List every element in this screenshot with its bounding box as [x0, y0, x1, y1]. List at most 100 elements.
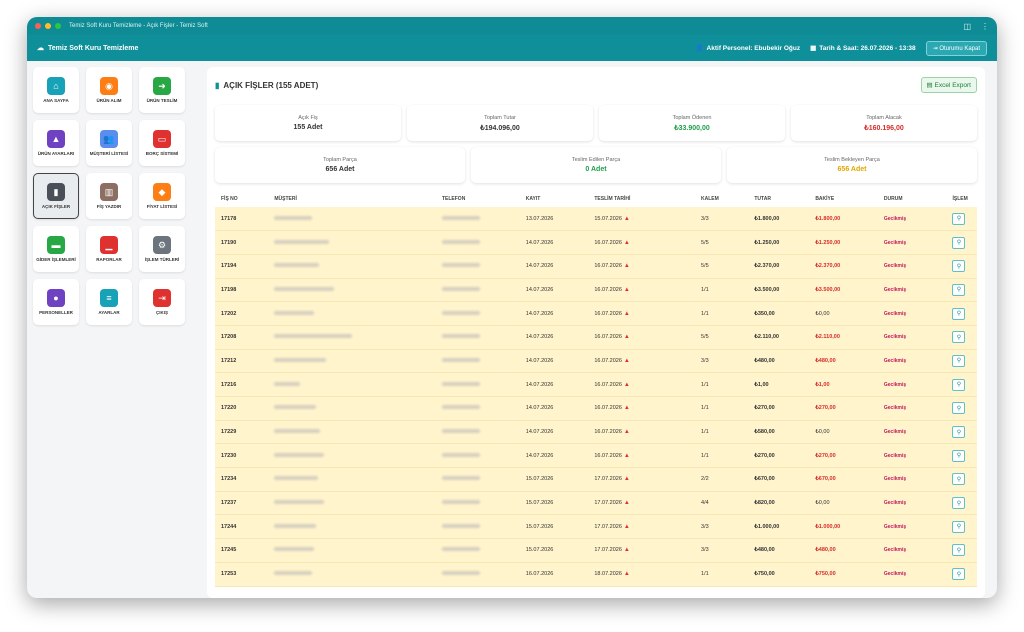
- column-header[interactable]: MÜŞTERİ: [268, 191, 436, 207]
- column-header[interactable]: TUTAR: [748, 191, 810, 207]
- table-row[interactable]: 17220 14.07.2026 16.07.2026 ▲ 1/1 ₺270,00 ₺270…: [215, 396, 977, 421]
- view-receipt-button[interactable]: ⚲: [952, 307, 966, 320]
- status-cell: Gecikmiş: [877, 278, 947, 303]
- view-receipt-button[interactable]: ⚲: [952, 236, 966, 249]
- sidebar-item-cogs[interactable]: ⚙ İŞLEM TÜRLERİ: [139, 226, 185, 272]
- excel-export-button[interactable]: ▤ Excel Export: [920, 77, 977, 93]
- extension-icon[interactable]: ◫: [963, 22, 971, 31]
- view-receipt-button[interactable]: ⚲: [952, 449, 966, 462]
- sidebar-item-users[interactable]: 👥 MÜŞTERİ LİSTESİ: [86, 120, 132, 166]
- balance: ₺1,00: [809, 372, 878, 397]
- sidebar-item-receive[interactable]: ◉ ÜRÜN ALIM: [86, 67, 132, 113]
- table-row[interactable]: 17237 15.07.2026 17.07.2026 ▲ 4/4 ₺820,00 ₺0,0…: [215, 491, 977, 516]
- sidebar-item-user[interactable]: ● PERSONELLER: [33, 279, 79, 325]
- close-window-button[interactable]: [35, 23, 41, 29]
- table-row[interactable]: 17198 14.07.2026 16.07.2026 ▲ 1/1 ₺3.500,00 ₺3…: [215, 278, 977, 303]
- sidebar-item-barcode[interactable]: ▥ FİŞ YAZDIR: [86, 173, 132, 219]
- stat-value: ₺33.900,00: [674, 124, 710, 132]
- column-header[interactable]: İŞLEM: [946, 191, 977, 207]
- table-row[interactable]: 17212 14.07.2026 16.07.2026 ▲ 3/3 ₺480,00 ₺480…: [215, 349, 977, 374]
- item-count: 1/1: [695, 420, 749, 445]
- table-row[interactable]: 17234 15.07.2026 17.07.2026 ▲ 2/2 ₺670,00 ₺670…: [215, 467, 977, 492]
- table-row[interactable]: 17190 14.07.2026 16.07.2026 ▲ 5/5 ₺1.250,00 ₺1…: [215, 230, 977, 255]
- sidebar-item-tag[interactable]: ◆ FİYAT LİSTESİ: [139, 173, 185, 219]
- stat-label: Teslim Bekleyen Parça: [824, 157, 880, 163]
- sidebar-item-label: AYARLAR: [98, 310, 120, 315]
- warning-icon: ▲: [623, 286, 630, 293]
- status-cell: Gecikmiş: [877, 349, 947, 374]
- sidebar-item-shirt[interactable]: ▲ ÜRÜN AYARLARI: [33, 120, 79, 166]
- record-date: 14.07.2026: [519, 254, 589, 279]
- balance: ₺0,00: [809, 301, 878, 326]
- action-cell: ⚲: [946, 443, 977, 469]
- column-header[interactable]: KAYIT: [519, 191, 589, 207]
- window-controls: [35, 23, 61, 29]
- column-header[interactable]: TELEFON: [435, 191, 520, 207]
- logout-icon: ⇥: [932, 45, 938, 52]
- sidebar-item-wallet[interactable]: ▭ BORÇ SİSTEMİ: [139, 120, 185, 166]
- table-row[interactable]: 17253 16.07.2026 18.07.2026 ▲ 1/1 ₺750,00 ₺750…: [215, 562, 977, 587]
- view-receipt-button[interactable]: ⚲: [952, 212, 966, 225]
- amount: ₺1.800,00: [748, 207, 810, 232]
- sidebar-item-deliver[interactable]: ➜ ÜRÜN TESLİM: [139, 67, 185, 113]
- status-cell: Gecikmiş: [877, 325, 947, 350]
- window-title: Temiz Soft Kuru Temizleme - Açık Fişler …: [69, 23, 208, 29]
- table-body: 17178 13.07.2026 15.07.2026 ▲ 3/3 ₺1.800,00 ₺1…: [215, 207, 977, 587]
- column-header[interactable]: BAKİYE: [809, 191, 878, 207]
- table-row[interactable]: 17194 14.07.2026 16.07.2026 ▲ 5/5 ₺2.370,00 ₺2…: [215, 254, 977, 279]
- view-receipt-button[interactable]: ⚲: [952, 568, 966, 581]
- view-receipt-button[interactable]: ⚲: [952, 402, 966, 415]
- table-row[interactable]: 17245 15.07.2026 17.07.2026 ▲ 3/3 ₺480,00 ₺480…: [215, 538, 977, 563]
- sidebar-item-label: İŞLEM TÜRLERİ: [144, 257, 180, 262]
- balance: ₺270,00: [809, 443, 878, 469]
- table-row[interactable]: 17229 14.07.2026 16.07.2026 ▲ 1/1 ₺580,00 ₺0,0…: [215, 420, 977, 445]
- table-row[interactable]: 17202 14.07.2026 16.07.2026 ▲ 1/1 ₺350,00 ₺0,0…: [215, 301, 977, 326]
- column-header[interactable]: FİŞ NO: [215, 191, 269, 207]
- balance: ₺480,00: [809, 349, 878, 374]
- phone-redacted: [435, 514, 520, 540]
- item-count: 5/5: [695, 325, 749, 350]
- status-badge: Gecikmiş: [883, 547, 907, 554]
- sidebar-item-sliders[interactable]: ≡ AYARLAR: [86, 279, 132, 325]
- status-cell: Gecikmiş: [877, 420, 947, 445]
- view-receipt-button[interactable]: ⚲: [952, 378, 966, 391]
- view-receipt-button[interactable]: ⚲: [952, 260, 966, 273]
- more-icon[interactable]: ⋮: [981, 22, 989, 31]
- balance: ₺1.000,00: [809, 514, 878, 540]
- balance: ₺2.370,00: [809, 254, 878, 279]
- phone-redacted: [435, 420, 520, 445]
- view-receipt-button[interactable]: ⚲: [952, 473, 966, 486]
- view-receipt-button[interactable]: ⚲: [952, 520, 966, 533]
- warning-icon: ▲: [623, 310, 630, 317]
- status-cell: Gecikmiş: [877, 207, 947, 232]
- table-row[interactable]: 17208 14.07.2026 16.07.2026 ▲ 5/5 ₺2.110,00 ₺2…: [215, 325, 977, 350]
- view-receipt-button[interactable]: ⚲: [952, 331, 966, 344]
- column-header[interactable]: KALEM: [695, 191, 749, 207]
- sidebar-item-logout[interactable]: ⇥ ÇIKIŞ: [139, 279, 185, 325]
- view-receipt-button[interactable]: ⚲: [952, 426, 966, 439]
- table-row[interactable]: 17178 13.07.2026 15.07.2026 ▲ 3/3 ₺1.800,00 ₺1…: [215, 207, 977, 232]
- chart-icon: ▁: [100, 236, 118, 254]
- view-receipt-button[interactable]: ⚲: [952, 544, 966, 557]
- minimize-window-button[interactable]: [45, 23, 51, 29]
- sidebar-item-document[interactable]: ▮ AÇIK FİŞLER: [33, 173, 79, 219]
- sidebar-item-chart[interactable]: ▁ RAPORLAR: [86, 226, 132, 272]
- balance: ₺1.250,00: [809, 230, 878, 255]
- table-row[interactable]: 17230 14.07.2026 16.07.2026 ▲ 1/1 ₺270,00 ₺270…: [215, 443, 977, 469]
- stat-card: Teslim Edilen Parça 0 Adet: [471, 147, 721, 183]
- view-receipt-button[interactable]: ⚲: [952, 283, 966, 296]
- view-receipt-button[interactable]: ⚲: [952, 497, 966, 510]
- table-row[interactable]: 17244 15.07.2026 17.07.2026 ▲ 3/3 ₺1.000,00 ₺1…: [215, 514, 977, 540]
- sidebar-item-home[interactable]: ⌂ ANA SAYFA: [33, 67, 79, 113]
- table-row[interactable]: 17216 14.07.2026 16.07.2026 ▲ 1/1 ₺1,00 ₺1,00 G…: [215, 372, 977, 397]
- maximize-window-button[interactable]: [55, 23, 61, 29]
- sidebar-item-money[interactable]: ▬ GİDER İŞLEMLERİ: [33, 226, 79, 272]
- customer-name-redacted: [268, 230, 436, 255]
- delivery-date: 15.07.2026 ▲: [588, 207, 696, 232]
- column-header[interactable]: DURUM: [877, 191, 947, 207]
- view-receipt-button[interactable]: ⚲: [952, 354, 966, 367]
- stat-card: Toplam Parça 656 Adet: [215, 147, 465, 183]
- customer-name-redacted: [268, 301, 436, 326]
- column-header[interactable]: TESLİM TARİHİ: [588, 191, 696, 207]
- logout-button[interactable]: ⇥ Oturumu Kapat: [925, 40, 987, 56]
